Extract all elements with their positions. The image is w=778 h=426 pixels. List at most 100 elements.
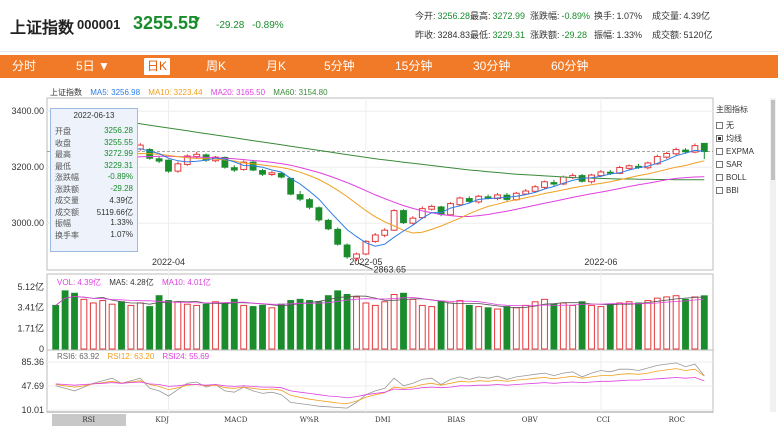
period-tab[interactable]: 15分钟 — [395, 55, 432, 78]
rsi-y-tick: 10.01 — [21, 405, 44, 415]
candle-body — [324, 219, 332, 230]
volume-y-tick: 3.41亿 — [17, 302, 44, 313]
volume-bar — [503, 306, 511, 350]
indicator-option-label: EXPMA — [726, 147, 755, 156]
rsi-legend: RSI6: 63.92 RSI12: 63.20 RSI24: 55.69 — [57, 352, 209, 361]
checkbox-icon[interactable] — [716, 122, 723, 129]
legend-index-name: 上证指数 — [50, 88, 82, 97]
period-tab[interactable]: 5分钟 — [324, 55, 355, 78]
period-tab[interactable]: 5日 ▼ — [76, 55, 110, 78]
volume-bar — [146, 306, 154, 350]
x-date-label: 2022-04 — [152, 257, 185, 267]
indicator-option[interactable]: 无 — [716, 119, 776, 132]
checkbox-icon[interactable] — [716, 135, 723, 142]
period-tab[interactable]: 周K — [206, 55, 226, 78]
candle-body — [428, 205, 436, 210]
indicator-option-label: BOLL — [726, 173, 747, 182]
info-row: 开盘 3256.28 — [55, 126, 135, 137]
indicator-option[interactable]: EXPMA — [716, 145, 776, 158]
volume-bar — [522, 304, 530, 350]
volume-bar — [494, 308, 501, 350]
volume-bar — [343, 294, 351, 350]
stat-label: 今开: — [415, 11, 436, 21]
info-value: 3256.28 — [104, 126, 133, 135]
candle-body — [672, 149, 680, 155]
indicator-tab[interactable]: W%R — [273, 414, 347, 426]
legend-vol-ma10: MA10: 4.01亿 — [161, 278, 211, 287]
indicator-tab[interactable]: ROC — [640, 414, 714, 426]
info-value: 1.33% — [110, 218, 133, 227]
volume-bar — [588, 304, 595, 350]
volume-bar — [559, 302, 567, 350]
legend-rsi24: RSI24: 55.69 — [162, 352, 210, 361]
volume-bar — [635, 302, 642, 350]
info-label: 收盘 — [55, 138, 71, 148]
volume-bar — [362, 302, 370, 350]
info-label: 涨跌额 — [55, 184, 79, 194]
period-tab[interactable]: 日K — [144, 58, 171, 75]
period-tab[interactable]: 分时 — [12, 55, 36, 78]
volume-y-tick: 1.71亿 — [17, 322, 44, 333]
legend-ma5: MA5: 3256.98 — [90, 88, 141, 97]
indicator-tab[interactable]: OBV — [493, 414, 567, 426]
stat-value: 1.07% — [616, 11, 643, 21]
info-label: 涨跌幅 — [55, 173, 79, 182]
volume-bar — [456, 300, 464, 350]
volume-bar — [531, 301, 539, 350]
info-label: 振幅 — [55, 219, 71, 228]
period-tab[interactable]: 30分钟 — [473, 55, 510, 78]
period-tab[interactable]: 月K — [266, 55, 286, 78]
volume-bar — [277, 303, 285, 350]
candle-body — [155, 158, 163, 162]
checkbox-icon[interactable] — [716, 148, 723, 155]
volume-bar — [700, 295, 708, 350]
volume-bar — [71, 292, 78, 350]
stat-value: 1.33% — [616, 30, 643, 40]
indicator-option[interactable]: 均线 — [716, 132, 776, 145]
checkbox-icon[interactable] — [716, 174, 723, 181]
candle-body — [343, 244, 351, 258]
candle-body — [165, 159, 172, 172]
volume-bar — [437, 301, 445, 350]
candle-body — [437, 206, 445, 215]
rsi-y-tick: 47.69 — [21, 381, 44, 391]
period-tab[interactable]: 60分钟 — [551, 55, 588, 78]
candle-info-box: 2022-06-13 开盘 3256.28 收盘 3255.55 最高 3272.99 最低… — [50, 108, 138, 252]
checkbox-icon[interactable] — [716, 187, 723, 194]
info-value: 3229.31 — [104, 160, 133, 170]
stat-item: 昨收: 3284.83 — [415, 28, 470, 41]
volume-bar — [465, 304, 473, 350]
volume-bar — [653, 297, 661, 350]
indicator-tab[interactable]: DMI — [346, 414, 420, 426]
rsi-y-tick: 85.36 — [21, 357, 44, 367]
stat-item: 涨跌幅: -0.89% — [530, 9, 590, 22]
stat-label: 涨跌幅: — [530, 11, 560, 21]
candle-body — [597, 171, 605, 177]
stat-value: -0.89% — [561, 11, 591, 21]
volume-bar — [400, 292, 407, 350]
candle-body — [541, 181, 548, 188]
candle-body — [682, 149, 689, 153]
low-annotation: 2863.65 — [374, 264, 407, 274]
indicator-tab[interactable]: KDJ — [126, 414, 200, 426]
volume-bar — [353, 296, 360, 350]
volume-bar — [381, 301, 389, 350]
quote-header: 上证指数 000001 3255.55 ▼ -29.28 -0.89% 今开: 3… — [0, 0, 778, 52]
stat-label: 振幅: — [594, 30, 615, 40]
indicator-tab[interactable]: RSI — [52, 414, 126, 426]
candle-body — [531, 186, 539, 192]
indicator-option[interactable]: SAR — [716, 158, 776, 171]
indicator-tab[interactable]: CCI — [567, 414, 641, 426]
checkbox-icon[interactable] — [716, 161, 723, 168]
indicator-tab[interactable]: BIAS — [420, 414, 494, 426]
indicator-option[interactable]: BOLL — [716, 171, 776, 184]
info-label: 开盘 — [55, 127, 71, 136]
indicator-option[interactable]: BBI — [716, 184, 776, 197]
candle-body — [700, 142, 708, 153]
info-label: 最低 — [55, 161, 71, 171]
info-row: 成交额 5119.66亿 — [55, 207, 135, 218]
stat-value: 3229.31 — [492, 30, 526, 40]
stat-item: 涨跌额: -29.28 — [530, 28, 587, 41]
indicator-tab[interactable]: MACD — [199, 414, 273, 426]
main-panel-frame — [46, 97, 714, 271]
